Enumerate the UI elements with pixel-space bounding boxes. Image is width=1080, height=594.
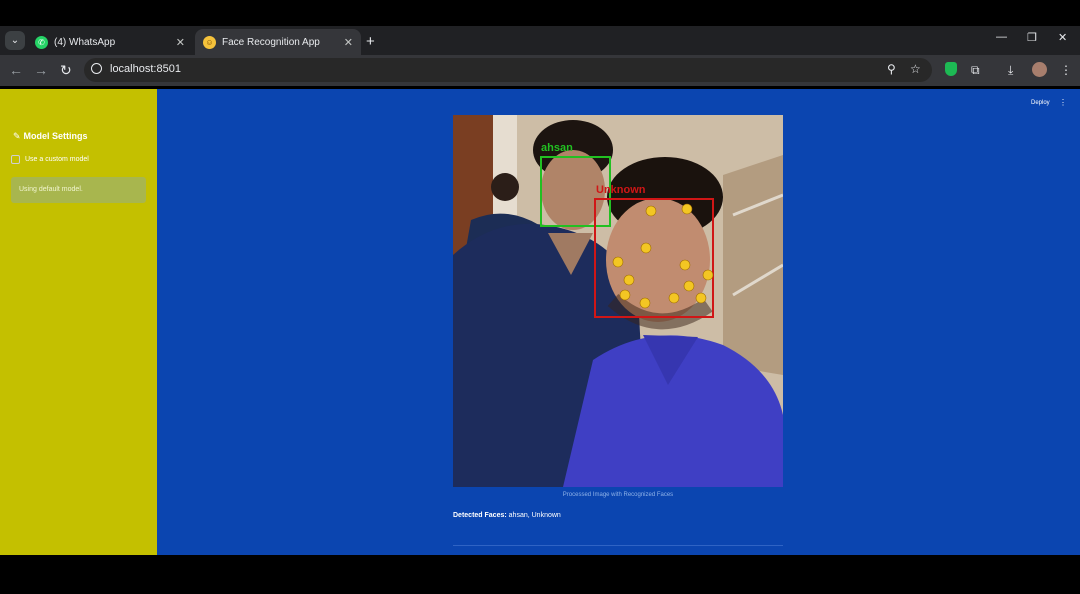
pencil-icon: ✎ [13,131,21,141]
tab-label: Face Recognition App [222,36,320,48]
top-frame [0,0,1080,26]
image-caption: Processed Image with Recognized Faces [562,492,674,498]
deploy-button[interactable]: Deploy [1031,100,1050,106]
whatsapp-icon: ✆ [35,35,48,49]
new-tab-button[interactable]: + [366,33,375,50]
divider [453,545,783,546]
minimize-button[interactable]: — [996,31,1007,43]
download-icon[interactable]: ⤓ [1008,63,1013,78]
photo-illustration [453,115,783,487]
bookmark-star-icon[interactable]: ☆ [910,62,921,76]
extensions-icon[interactable]: ⧉ [971,63,980,78]
address-bar: ← → ↻ localhost:8501 ⚲ ☆ ⧉ ⤓ ⋮ [0,55,1080,86]
close-icon[interactable]: ✕ [344,36,353,49]
site-info-icon[interactable] [91,63,102,74]
back-icon[interactable]: ← [9,62,23,78]
info-box: Using default model. [11,177,146,203]
custom-model-checkbox[interactable]: Use a custom model [11,155,89,164]
detected-faces-value: ahsan, Unknown [508,512,561,519]
detected-faces-label: Detected Faces: [453,512,507,519]
sidebar: ✎ Model Settings Use a custom model Using… [0,89,157,555]
shield-extension-icon[interactable] [945,62,957,76]
face-label-unknown: Unknown [596,184,646,196]
checkbox-box[interactable] [11,155,20,164]
menu-icon[interactable]: ⋮ [1060,63,1072,77]
reload-icon[interactable]: ↻ [60,62,72,79]
bottom-frame [0,555,1080,594]
zoom-icon[interactable]: ⚲ [887,62,896,76]
processed-image: ahsan Unknown [453,115,783,487]
forward-icon[interactable]: → [34,62,48,78]
close-window-button[interactable]: ✕ [1058,31,1067,44]
face-label-known: ahsan [541,142,573,154]
url-text: localhost:8501 [110,63,181,75]
main-content: Deploy ⋮ ahsan Unknown Processed Image w… [157,89,1080,555]
close-icon[interactable]: ✕ [176,36,185,49]
tab-label: (4) WhatsApp [54,36,116,48]
checkbox-label: Use a custom model [25,156,89,163]
url-bar[interactable]: localhost:8501 ⚲ ☆ [84,58,932,82]
app-menu-icon[interactable]: ⋮ [1059,98,1067,107]
tab-strip: ⌄ ✆ (4) WhatsApp ✕ ☺ Face Recognition Ap… [0,26,1080,55]
avatar[interactable] [1032,62,1047,77]
tab-whatsapp[interactable]: ✆ (4) WhatsApp ✕ [27,29,193,55]
detected-faces-text: Detected Faces: ahsan, Unknown [453,512,561,519]
emoji-face-icon: ☺ [203,35,216,49]
tab-face-recognition-app[interactable]: ☺ Face Recognition App ✕ [195,29,361,55]
restore-button[interactable]: ❐ [1027,31,1037,44]
tab-search-button[interactable]: ⌄ [5,31,25,50]
sidebar-title: ✎ Model Settings [13,131,88,141]
